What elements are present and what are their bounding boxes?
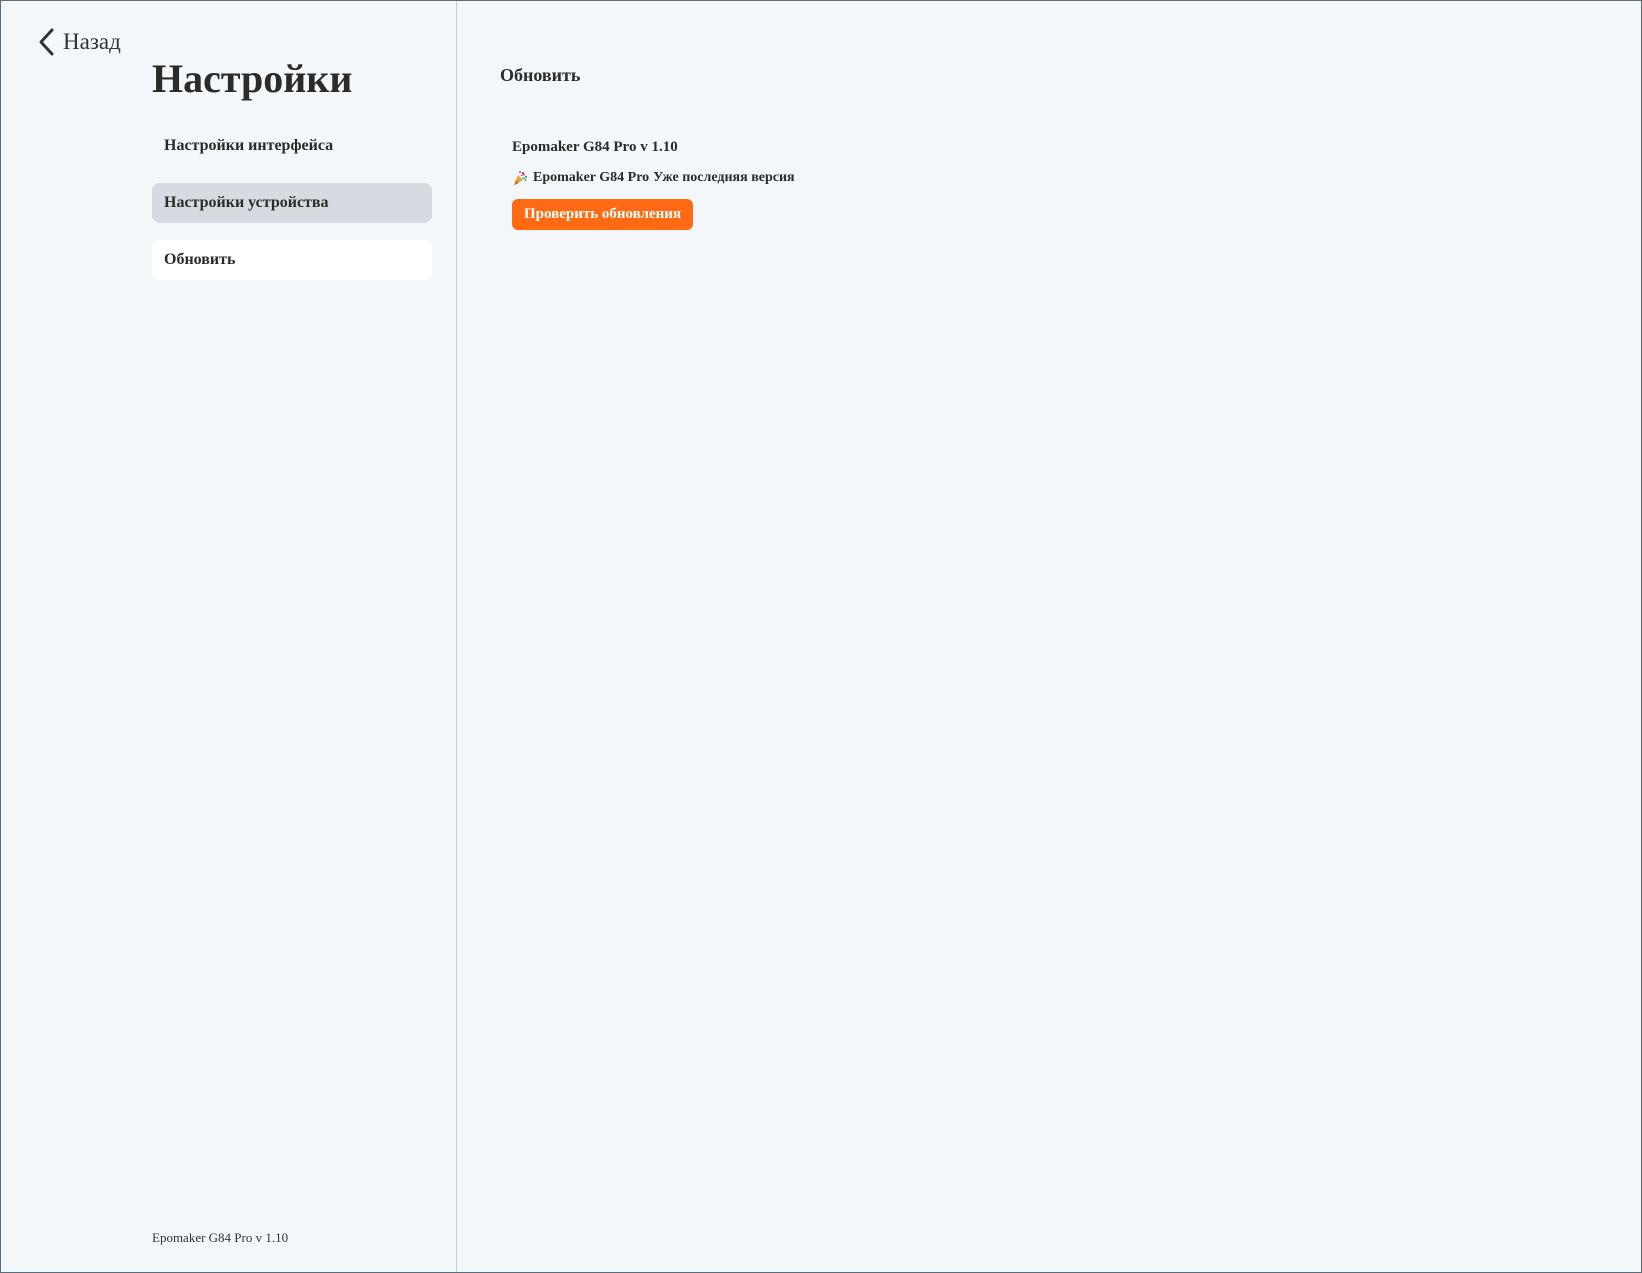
- chevron-left-icon: [37, 27, 57, 57]
- party-popper-icon: [512, 170, 528, 186]
- nav-item-label: Настройки интерфейса: [164, 137, 334, 154]
- settings-nav: Настройки интерфейса Настройки устройств…: [152, 126, 432, 297]
- footer-version: Epomaker G84 Pro v 1.10: [152, 1230, 289, 1245]
- main-content: Обновить Epomaker G84 Pro v 1.10 Epomake…: [457, 1, 1641, 1272]
- section-title: Обновить: [500, 65, 581, 85]
- nav-item-interface-settings[interactable]: Настройки интерфейса: [152, 126, 432, 166]
- back-label: Назад: [63, 29, 121, 54]
- device-version: Epomaker G84 Pro v 1.10: [512, 139, 678, 155]
- check-updates-button[interactable]: Проверить обновления: [512, 199, 693, 230]
- nav-item-update[interactable]: Обновить: [152, 240, 432, 280]
- page-title: Настройки: [152, 56, 353, 101]
- status-device-name: Epomaker G84 Pro: [533, 170, 650, 185]
- nav-item-device-settings[interactable]: Настройки устройства: [152, 183, 432, 223]
- status-text: Уже последняя версия: [653, 170, 795, 185]
- nav-item-label: Обновить: [164, 251, 236, 268]
- nav-item-label: Настройки устройства: [164, 194, 329, 211]
- sidebar: Назад Настройки Настройки интерфейса Нас…: [1, 1, 457, 1272]
- back-button[interactable]: Назад: [37, 27, 121, 57]
- update-status: Epomaker G84 Pro Уже последняя версия: [512, 170, 799, 186]
- settings-window: Назад Настройки Настройки интерфейса Нас…: [0, 0, 1642, 1273]
